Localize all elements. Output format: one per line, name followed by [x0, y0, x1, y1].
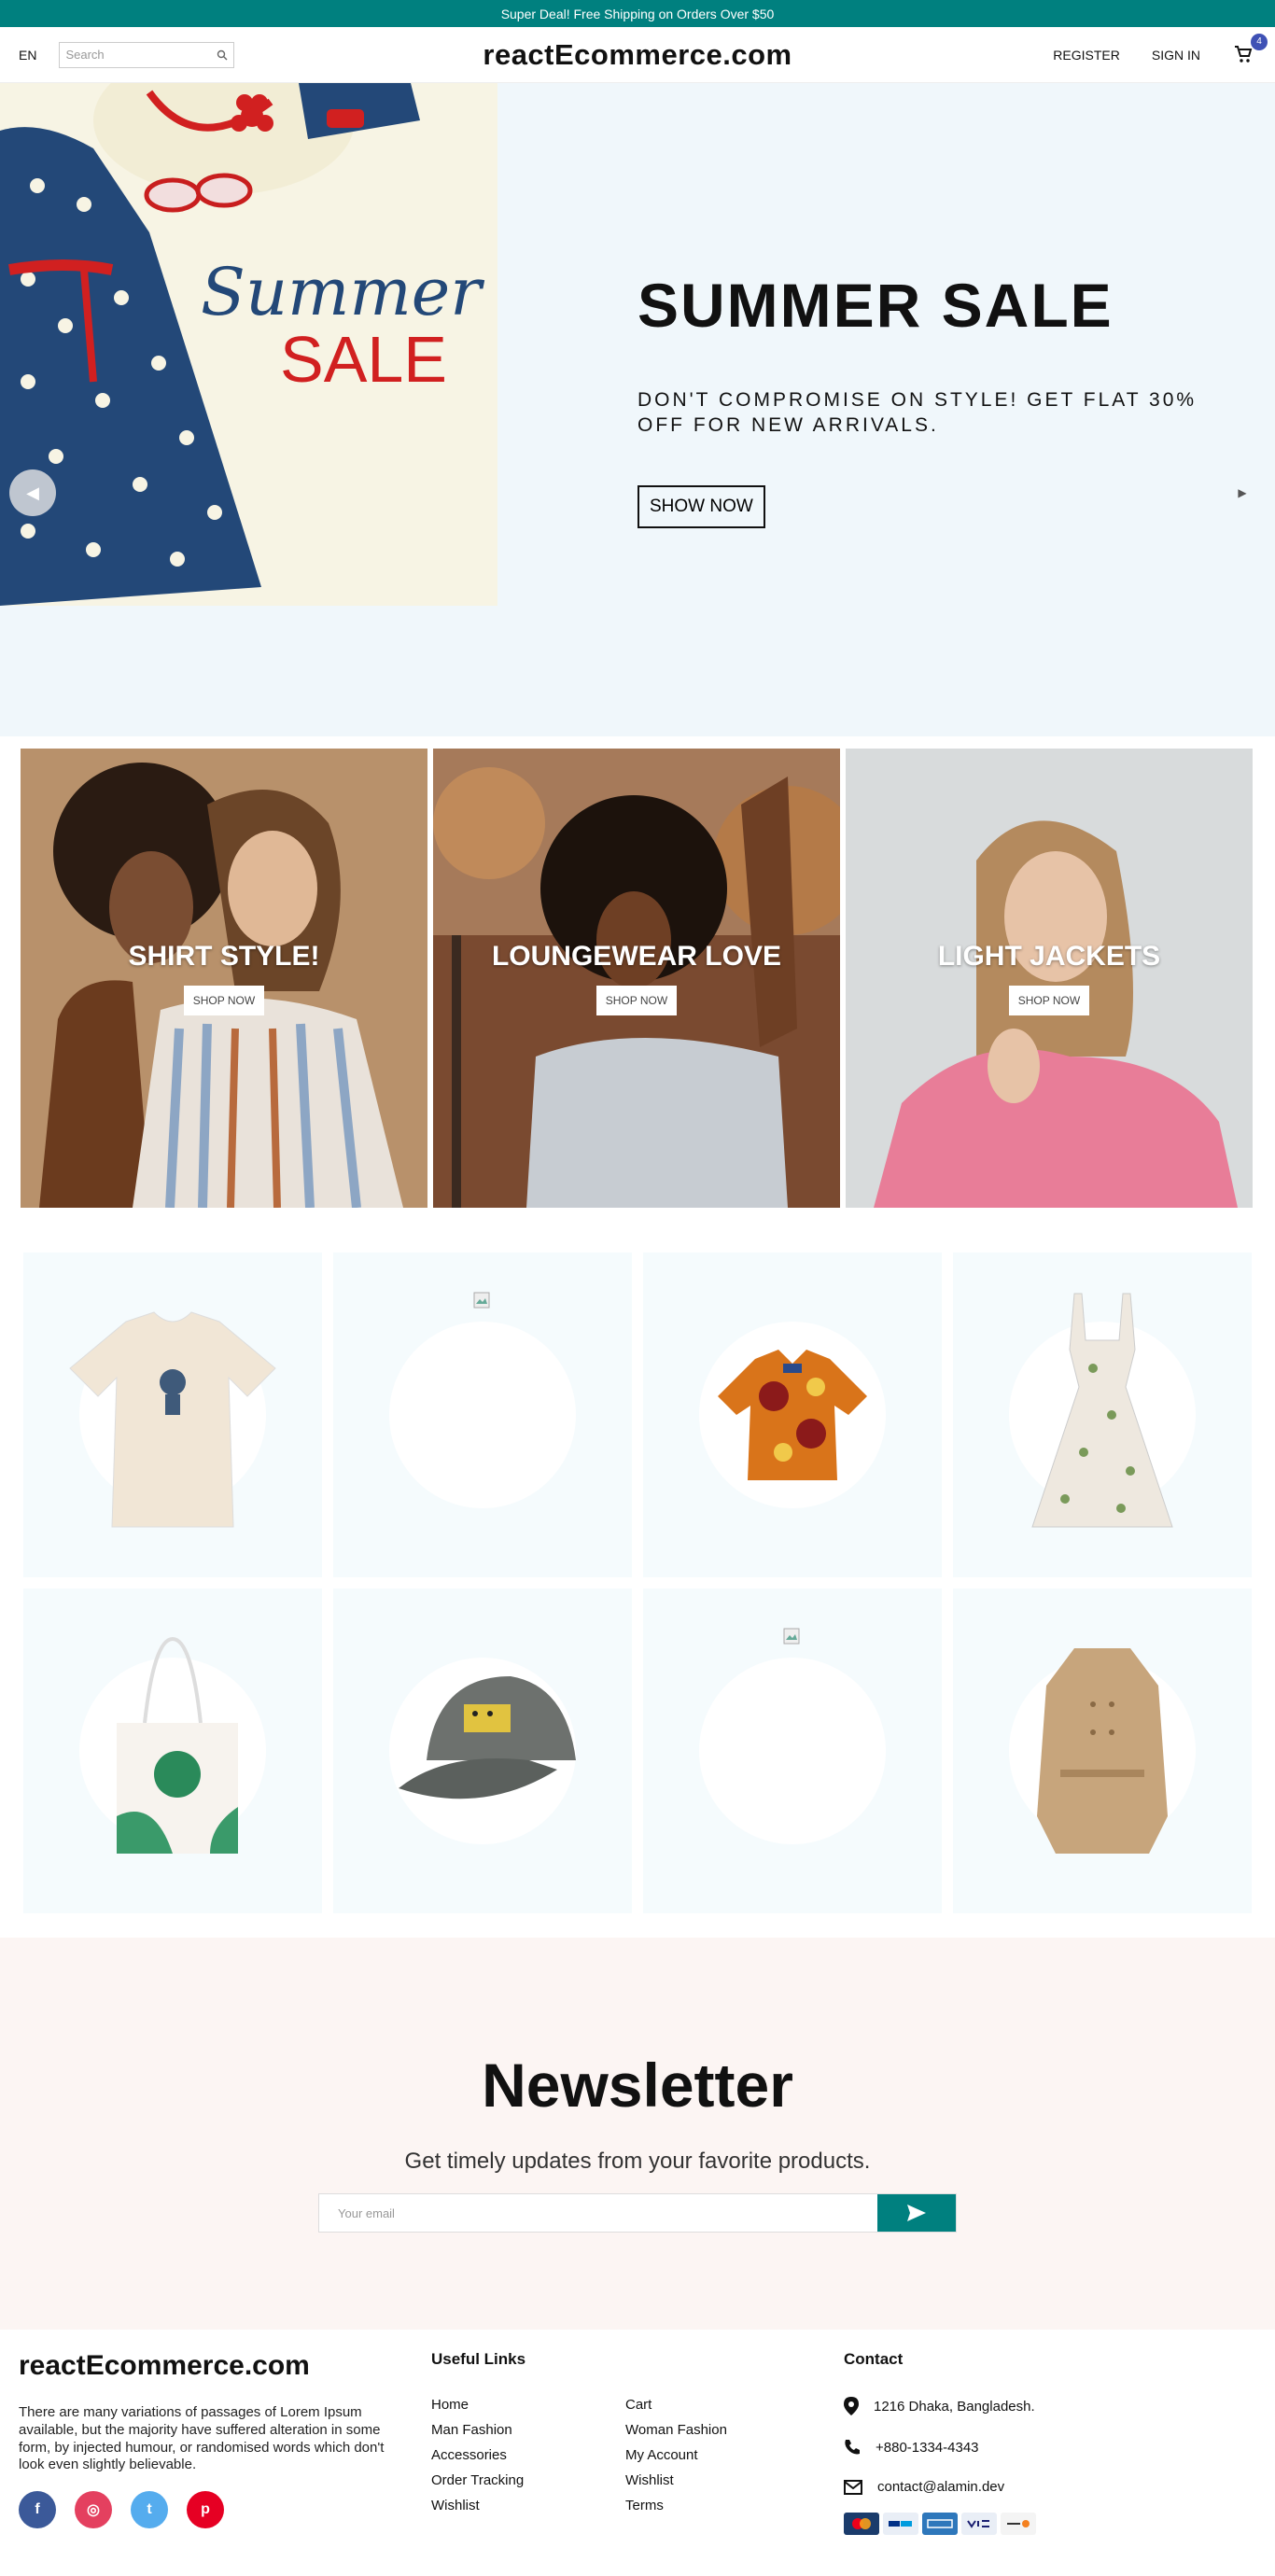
visa-icon — [961, 2513, 997, 2535]
payment-methods — [844, 2513, 1256, 2535]
contact-address: 1216 Dhaka, Bangladesh. — [874, 2398, 1035, 2415]
american-express-icon — [922, 2513, 958, 2535]
product-card[interactable] — [643, 1589, 942, 1913]
cart-button[interactable]: 4 — [1232, 33, 1268, 67]
language-selector[interactable]: EN — [19, 48, 36, 63]
footer-link[interactable]: Wishlist — [431, 2498, 625, 2513]
footer-link[interactable]: Wishlist — [625, 2472, 820, 2488]
footer-link[interactable]: Man Fashion — [431, 2422, 625, 2438]
dress-icon — [1031, 1293, 1173, 1528]
contact-title: Contact — [844, 2350, 904, 2368]
tote-bag-icon — [117, 1636, 238, 1854]
hero-info: SUMMER SALE DON'T COMPROMISE ON STYLE! G… — [638, 270, 1216, 528]
newsletter-title: Newsletter — [482, 2051, 793, 2120]
arrow-right-icon: ▶ — [1238, 486, 1247, 499]
product-card[interactable] — [23, 1253, 322, 1577]
send-icon — [907, 2205, 926, 2221]
category-card[interactable]: LOUNGEWEAR LOVE SHOP NOW — [433, 749, 840, 1208]
hero-title: SUMMER SALE — [638, 271, 1114, 340]
search-icon[interactable] — [217, 49, 228, 61]
search-placeholder: Search — [65, 48, 105, 62]
footer-link[interactable]: Home — [431, 2397, 625, 2413]
announcement-text: Super Deal! Free Shipping on Orders Over… — [500, 6, 775, 21]
cap-icon — [399, 1676, 576, 1799]
trench-coat-icon — [1037, 1648, 1168, 1854]
shop-now-button[interactable]: SHOP NOW — [183, 986, 265, 1015]
hero-image-text-summer: Summer — [201, 254, 484, 330]
tshirt-icon — [69, 1311, 276, 1528]
shop-now-button[interactable]: SHOP NOW — [595, 986, 678, 1015]
category-card[interactable]: LIGHT JACKETS SHOP NOW — [846, 749, 1253, 1208]
register-link[interactable]: REGISTER — [1053, 48, 1120, 63]
product-card[interactable] — [953, 1253, 1252, 1577]
hero-description: DON'T COMPROMISE ON STYLE! GET FLAT 30% … — [638, 389, 1198, 437]
sign-in-link[interactable]: SIGN IN — [1152, 48, 1200, 63]
broken-image-icon — [783, 1628, 800, 1645]
facebook-icon[interactable]: f — [19, 2491, 56, 2528]
mastercard-icon — [844, 2513, 879, 2535]
category-card[interactable]: SHIRT STYLE! SHOP NOW — [21, 749, 427, 1208]
email-field[interactable]: Your email — [319, 2194, 877, 2232]
subscribe-button[interactable] — [877, 2194, 956, 2232]
paypal-icon — [883, 2513, 918, 2535]
footer-link[interactable]: My Account — [625, 2447, 820, 2463]
search-input[interactable]: Search — [59, 41, 235, 68]
footer-link[interactable]: Accessories — [431, 2447, 625, 2463]
mail-icon — [844, 2479, 862, 2495]
newsletter-description: Get timely updates from your favorite pr… — [404, 2149, 871, 2174]
footer: reactEcommerce.com There are many variat… — [0, 2330, 1275, 2561]
category-title: LOUNGEWEAR LOVE — [491, 941, 781, 972]
useful-links-title: Useful Links — [431, 2350, 526, 2368]
navbar: EN Search reactEcommerce.com REGISTER SI… — [0, 27, 1275, 83]
broken-image-icon — [473, 1292, 490, 1309]
newsletter-form: Your email — [318, 2193, 957, 2233]
slider-next-button[interactable]: ▶ — [1219, 469, 1266, 516]
location-pin-icon — [844, 2397, 859, 2415]
footer-logo[interactable]: reactEcommerce.com — [19, 2350, 431, 2382]
email-placeholder: Your email — [338, 2205, 395, 2220]
category-title: LIGHT JACKETS — [937, 941, 1161, 972]
footer-link[interactable]: Woman Fashion — [625, 2422, 820, 2438]
show-now-button[interactable]: SHOW NOW — [638, 484, 765, 528]
category-title: SHIRT STYLE! — [128, 941, 320, 972]
slider-prev-button[interactable]: ◀ — [9, 469, 56, 516]
footer-link[interactable]: Cart — [625, 2397, 820, 2413]
footer-link[interactable]: Terms — [625, 2498, 820, 2513]
cart-badge: 4 — [1251, 33, 1268, 50]
footer-description: There are many variations of passages of… — [19, 2404, 385, 2473]
discover-icon — [1001, 2513, 1036, 2535]
contact-email[interactable]: contact@alamin.dev — [877, 2479, 1004, 2495]
product-card[interactable] — [333, 1253, 632, 1577]
product-card[interactable] — [953, 1589, 1252, 1913]
hero-image-text-sale: SALE — [280, 323, 447, 396]
site-logo[interactable]: reactEcommerce.com — [483, 38, 792, 72]
arrow-left-icon: ◀ — [26, 483, 39, 502]
summer-dress-illustration: Summer SALE — [0, 83, 484, 606]
footer-link[interactable]: Order Tracking — [431, 2472, 625, 2488]
product-card[interactable] — [23, 1589, 322, 1913]
instagram-icon[interactable]: ◎ — [75, 2491, 112, 2528]
hero-image: Summer SALE — [0, 83, 497, 606]
hawaiian-shirt-icon — [718, 1350, 867, 1480]
product-card[interactable] — [643, 1253, 942, 1577]
newsletter-section: Newsletter Get timely updates from your … — [0, 1938, 1275, 2330]
shop-now-button[interactable]: SHOP NOW — [1008, 986, 1090, 1015]
announcement-bar: Super Deal! Free Shipping on Orders Over… — [0, 0, 1275, 27]
twitter-icon[interactable]: t — [131, 2491, 168, 2528]
product-grid — [0, 1253, 1275, 1913]
hero-slider: Summer SALE SUMMER SALE DON'T COMPROMISE… — [0, 83, 1275, 736]
category-section: SHIRT STYLE! SHOP NOW LOUNGEWEAR LOVE SH… — [0, 749, 1275, 1208]
product-card[interactable] — [333, 1589, 632, 1913]
phone-icon — [845, 2440, 860, 2455]
pinterest-icon[interactable]: p — [187, 2491, 224, 2528]
contact-phone: +880-1334-4343 — [876, 2439, 979, 2456]
